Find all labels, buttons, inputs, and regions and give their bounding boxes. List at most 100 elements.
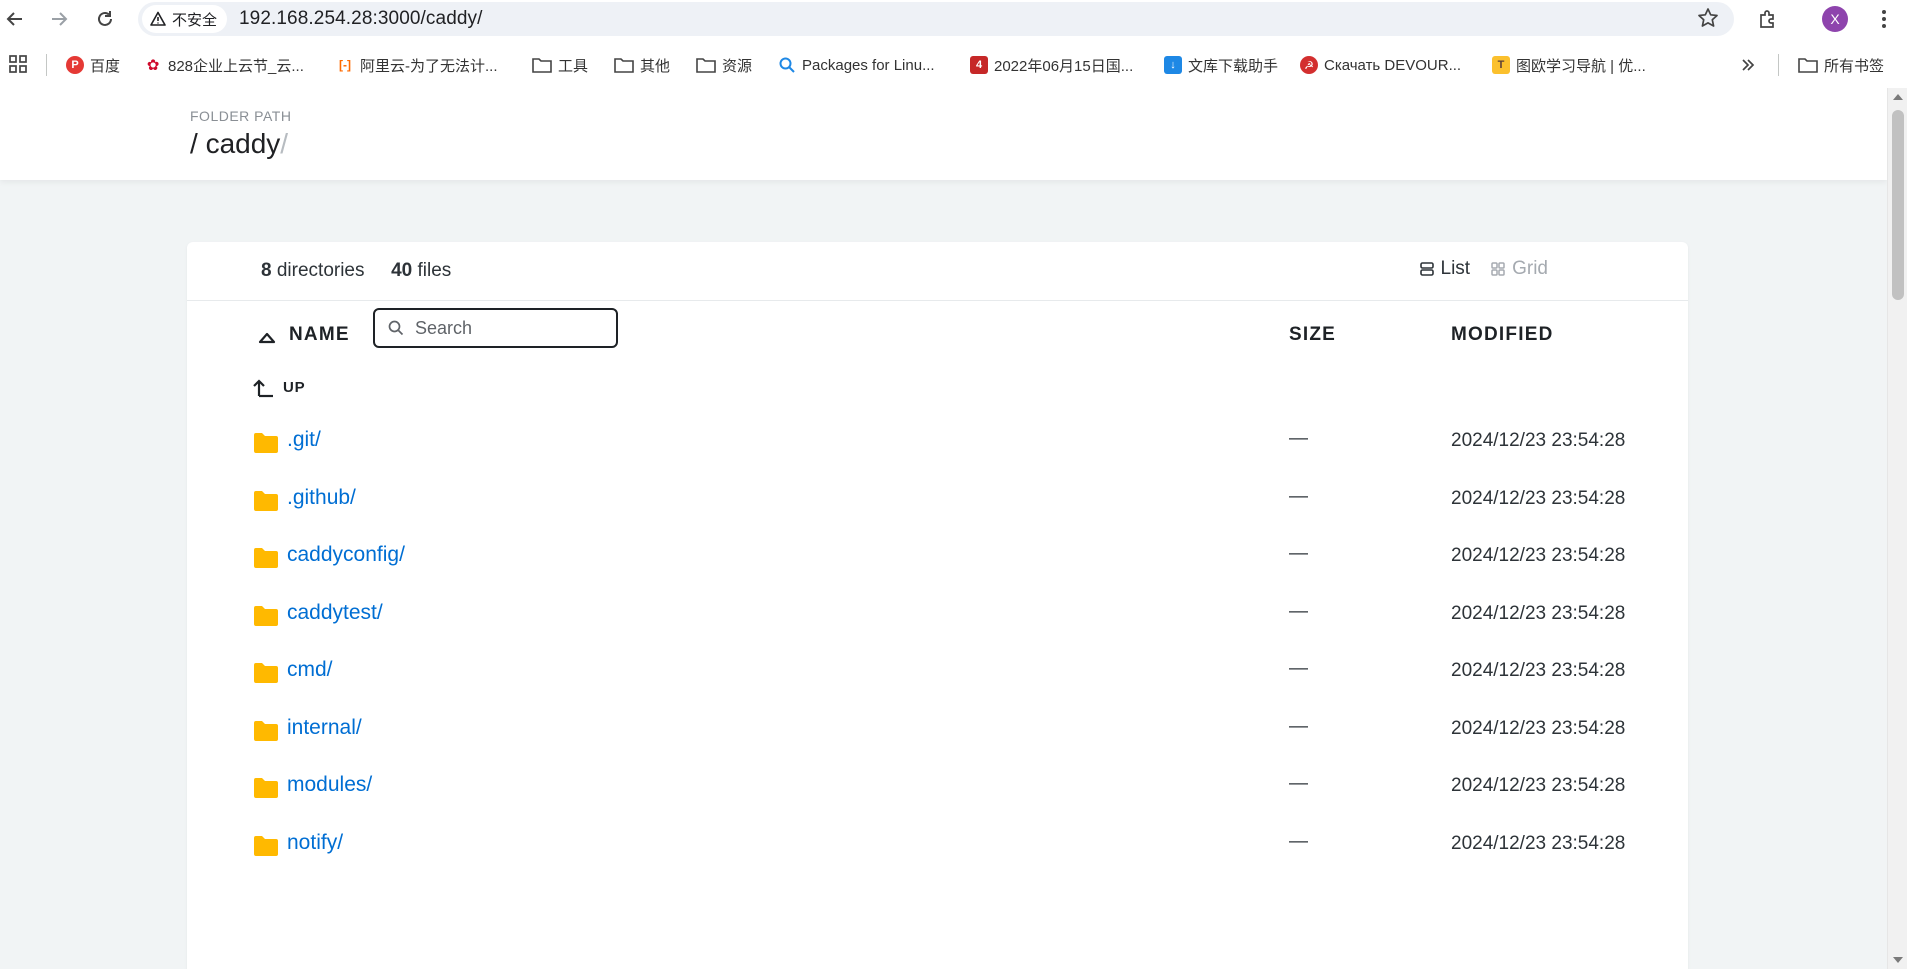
scroll-down-arrow-icon[interactable] bbox=[1893, 957, 1903, 963]
folder-icon bbox=[254, 548, 278, 568]
reload-icon[interactable] bbox=[92, 6, 118, 32]
breadcrumb-current[interactable]: caddy bbox=[206, 128, 281, 159]
bookmark-label: 百度 bbox=[90, 57, 121, 75]
scrollbar-thumb[interactable] bbox=[1892, 110, 1904, 300]
sort-ascending-icon[interactable] bbox=[257, 328, 277, 348]
file-size: — bbox=[1289, 658, 1308, 679]
bookmark-separator bbox=[46, 54, 47, 76]
dir-label: directories bbox=[276, 260, 365, 281]
forward-arrow-icon[interactable] bbox=[46, 6, 72, 32]
back-arrow-icon[interactable] bbox=[2, 6, 28, 32]
huawei-icon: ✿ bbox=[146, 57, 160, 74]
security-chip[interactable]: 不安全 bbox=[142, 5, 228, 33]
url-host: 192.168.254.28 bbox=[239, 8, 373, 29]
list-icon bbox=[1419, 262, 1434, 276]
file-modified: 2024/12/23 23:54:28 bbox=[1451, 832, 1626, 854]
table-row[interactable]: internal/ — 2024/12/23 23:54:28 bbox=[187, 712, 1688, 752]
modified-column-header[interactable]: MODIFIED bbox=[1451, 324, 1554, 346]
bookmark-all-bookmarks[interactable]: 所有书签 bbox=[1798, 52, 1884, 78]
table-row[interactable]: modules/ — 2024/12/23 23:54:28 bbox=[187, 769, 1688, 809]
bookmark-folder-tools[interactable]: 工具 bbox=[532, 52, 588, 78]
file-size: — bbox=[1289, 600, 1308, 622]
aliyun-icon: [-] bbox=[339, 58, 351, 72]
file-name-link[interactable]: modules/ bbox=[287, 773, 372, 797]
page-scrollbar[interactable] bbox=[1887, 88, 1907, 969]
name-column-header[interactable]: NAME bbox=[289, 324, 350, 346]
grid-icon bbox=[1491, 262, 1505, 276]
file-size: — bbox=[1289, 543, 1308, 564]
bookmarks-overflow-chevron-icon[interactable] bbox=[1740, 52, 1756, 78]
bookmark-label: Скачать DEVOUR... bbox=[1324, 56, 1462, 74]
bookmark-folder-other[interactable]: 其他 bbox=[614, 52, 670, 78]
up-link[interactable]: UP bbox=[253, 372, 305, 402]
file-size: — bbox=[1289, 715, 1308, 737]
search-icon bbox=[388, 320, 404, 336]
list-view-button[interactable]: List bbox=[1419, 258, 1470, 280]
folder-icon bbox=[254, 490, 278, 511]
bookmark-folder-resources[interactable]: 资源 bbox=[696, 52, 752, 78]
table-row[interactable]: .git/ — 2024/12/23 23:54:28 bbox=[187, 424, 1688, 464]
bookmark-wenku[interactable]: ↓ 文库下载助手 bbox=[1164, 52, 1278, 78]
up-label: UP bbox=[283, 378, 306, 396]
bookmarks-bar: P 百度 ✿ 828企业上云节_云... [-] 阿里云-为了无法计... 工具… bbox=[0, 44, 1907, 86]
file-name-link[interactable]: notify/ bbox=[287, 831, 343, 855]
address-bar[interactable]: 不安全 192.168.254.28:3000/caddy/ bbox=[138, 2, 1734, 36]
listing-summary: 8 directories 40 files bbox=[261, 260, 451, 282]
size-column-header[interactable]: SIZE bbox=[1289, 324, 1336, 346]
bookmark-news[interactable]: 4 2022年06月15日国... bbox=[970, 52, 1133, 78]
file-name-link[interactable]: internal/ bbox=[287, 716, 362, 740]
search-input[interactable] bbox=[415, 317, 605, 339]
bookmark-packages[interactable]: Packages for Linu... bbox=[778, 52, 935, 78]
page-viewport: FOLDER PATH / caddy/ 8 directories 40 fi… bbox=[0, 88, 1887, 969]
bookmark-aliyun[interactable]: [-] 阿里云-为了无法计... bbox=[336, 52, 498, 78]
bookmark-devour[interactable]: ☭ Скачать DEVOUR... bbox=[1300, 52, 1461, 78]
up-arrow-icon bbox=[253, 379, 273, 398]
more-menu-icon[interactable] bbox=[1870, 5, 1898, 33]
doc-icon: ↓ bbox=[1164, 56, 1182, 74]
bookmark-huawei[interactable]: ✿ 828企业上云节_云... bbox=[144, 52, 304, 78]
site-icon: T bbox=[1492, 56, 1510, 74]
table-row[interactable]: notify/ — 2024/12/23 23:54:28 bbox=[187, 827, 1688, 867]
folder-icon bbox=[532, 58, 552, 73]
folder-icon bbox=[254, 778, 278, 798]
bookmark-label: 所有书签 bbox=[1824, 57, 1885, 75]
grid-view-label: Grid bbox=[1512, 258, 1548, 279]
file-name-link[interactable]: .git/ bbox=[287, 428, 321, 452]
file-modified: 2024/12/23 23:54:28 bbox=[1451, 545, 1626, 566]
search-field[interactable] bbox=[373, 308, 618, 348]
table-row[interactable]: .github/ — 2024/12/23 23:54:28 bbox=[187, 482, 1688, 522]
apps-grid-icon[interactable] bbox=[8, 54, 30, 76]
file-label: files bbox=[417, 260, 452, 281]
bookmark-baidu[interactable]: P 百度 bbox=[66, 52, 120, 78]
browser-toolbar: 不安全 192.168.254.28:3000/caddy/ X bbox=[0, 0, 1907, 38]
bookmark-label: 828企业上云节_云... bbox=[168, 57, 304, 75]
folder-icon bbox=[254, 605, 278, 626]
folder-icon bbox=[614, 58, 634, 73]
file-modified: 2024/12/23 23:54:28 bbox=[1451, 430, 1626, 451]
bookmark-label: Packages for Linu... bbox=[802, 56, 935, 74]
bookmark-label: 资源 bbox=[722, 57, 753, 75]
file-name-link[interactable]: cmd/ bbox=[287, 658, 333, 682]
extensions-icon[interactable] bbox=[1754, 5, 1782, 33]
search-icon bbox=[779, 57, 795, 73]
bookmark-star-icon[interactable] bbox=[1696, 7, 1720, 31]
breadcrumb: / caddy/ bbox=[190, 128, 288, 160]
scroll-up-arrow-icon[interactable] bbox=[1893, 94, 1903, 100]
file-name-link[interactable]: caddyconfig/ bbox=[287, 543, 405, 567]
table-row[interactable]: cmd/ — 2024/12/23 23:54:28 bbox=[187, 654, 1688, 694]
table-row[interactable]: caddytest/ — 2024/12/23 23:54:28 bbox=[187, 597, 1688, 637]
bookmark-tuou[interactable]: T 图欧学习导航 | 优... bbox=[1492, 52, 1646, 78]
dir-count: 8 bbox=[261, 260, 272, 281]
file-modified: 2024/12/23 23:54:28 bbox=[1451, 775, 1626, 796]
file-size: — bbox=[1289, 830, 1308, 852]
profile-avatar[interactable]: X bbox=[1822, 6, 1848, 32]
table-row[interactable]: caddyconfig/ — 2024/12/23 23:54:28 bbox=[187, 539, 1688, 579]
url-path: :3000/caddy/ bbox=[372, 8, 483, 29]
breadcrumb-root[interactable]: / bbox=[190, 128, 198, 159]
site-icon: 4 bbox=[970, 56, 988, 74]
url-text[interactable]: 192.168.254.28:3000/caddy/ bbox=[239, 8, 483, 30]
grid-view-button[interactable]: Grid bbox=[1490, 258, 1548, 280]
file-count: 40 bbox=[391, 260, 413, 281]
file-name-link[interactable]: .github/ bbox=[287, 486, 356, 510]
file-name-link[interactable]: caddytest/ bbox=[287, 601, 383, 625]
